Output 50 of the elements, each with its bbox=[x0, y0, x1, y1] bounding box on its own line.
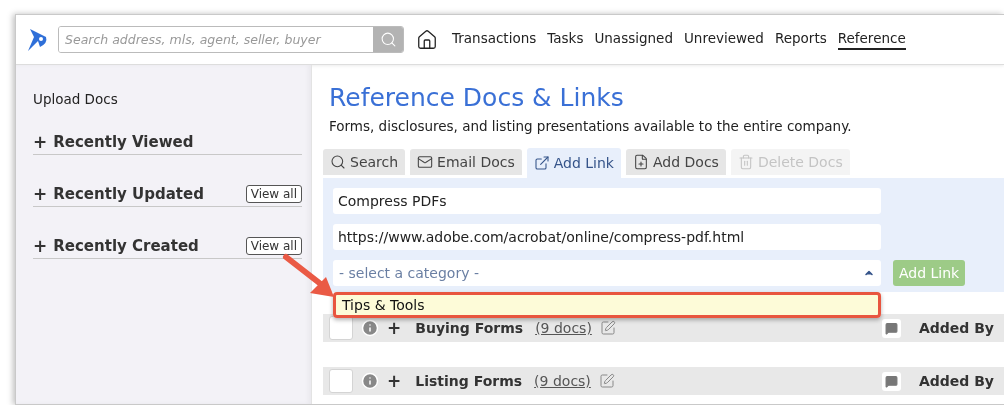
nav-link[interactable]: Reports bbox=[774, 29, 827, 50]
info-icon[interactable] bbox=[361, 372, 379, 390]
section-title: Recently Updated bbox=[53, 185, 204, 203]
file-plus-icon bbox=[633, 154, 649, 170]
search-button[interactable] bbox=[373, 27, 403, 52]
expand-toggle[interactable]: + bbox=[33, 236, 48, 256]
expand-toggle[interactable]: + bbox=[387, 371, 402, 391]
doc-count-link[interactable]: (9 docs) bbox=[535, 320, 592, 336]
trash-icon bbox=[737, 154, 754, 170]
comment-icon[interactable] bbox=[881, 371, 901, 391]
expand-toggle[interactable]: + bbox=[33, 184, 48, 204]
search-icon bbox=[379, 31, 397, 48]
expand-toggle[interactable]: + bbox=[387, 318, 402, 338]
column-label: Added By bbox=[918, 320, 994, 336]
section-title: Recently Viewed bbox=[53, 133, 194, 151]
view-all-button[interactable]: View all bbox=[245, 237, 302, 255]
nav-link[interactable]: Reference bbox=[837, 29, 906, 50]
external-link-icon bbox=[533, 155, 550, 171]
nav-link[interactable]: Unreviewed bbox=[683, 29, 764, 50]
nav-link[interactable]: Unassigned bbox=[594, 29, 673, 50]
upload-docs-link[interactable]: Upload Docs bbox=[33, 91, 302, 107]
search-field[interactable]: Search address, mls, agent, seller, buyer bbox=[58, 26, 404, 53]
edit-icon[interactable] bbox=[598, 373, 615, 389]
view-all-button[interactable]: View all bbox=[245, 185, 302, 203]
expand-toggle[interactable]: + bbox=[33, 132, 48, 152]
toolbar-tab[interactable]: Email Docs bbox=[410, 149, 522, 175]
section-title: Recently Created bbox=[53, 237, 199, 255]
toolbar-tab[interactable]: Search bbox=[323, 149, 406, 175]
info-icon[interactable] bbox=[361, 319, 379, 337]
category-select[interactable]: - select a category - bbox=[333, 260, 881, 286]
toolbar-tab[interactable]: Add Docs bbox=[626, 149, 726, 175]
category-title: Listing Forms bbox=[415, 373, 523, 389]
page-title: Reference Docs & Links bbox=[329, 83, 625, 112]
name-field[interactable]: Compress PDFs bbox=[333, 188, 881, 214]
mail-icon bbox=[417, 154, 434, 170]
dropdown-option[interactable]: Tips & Tools bbox=[333, 292, 881, 318]
category-title: Buying Forms bbox=[415, 320, 524, 336]
comment-icon[interactable] bbox=[881, 318, 901, 338]
toolbar-tab[interactable]: Add Link bbox=[526, 148, 621, 178]
edit-icon[interactable] bbox=[599, 320, 616, 336]
home-icon[interactable] bbox=[416, 28, 438, 51]
page-subtitle: Forms, disclosures, and listing presentations available to the entire company. bbox=[329, 118, 853, 134]
nav-link[interactable]: Transactions bbox=[452, 29, 537, 50]
url-field[interactable]: https://www.adobe.com/acrobat/online/compress-pdf.html bbox=[333, 224, 881, 250]
row-checkbox[interactable] bbox=[329, 316, 353, 340]
row-checkbox[interactable] bbox=[329, 369, 353, 393]
nav-link[interactable]: Tasks bbox=[547, 29, 584, 50]
doc-count-link[interactable]: (9 docs) bbox=[534, 373, 591, 389]
column-label: Added By bbox=[918, 373, 994, 389]
search-icon bbox=[330, 154, 346, 170]
